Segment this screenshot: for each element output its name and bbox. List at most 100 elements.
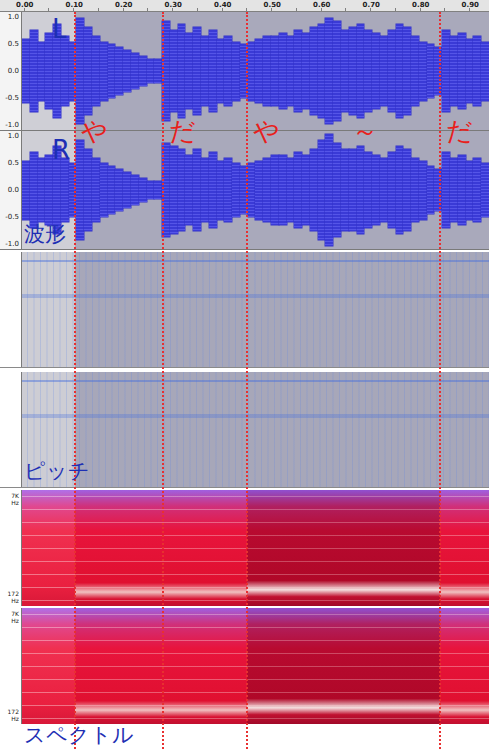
waveform-bar bbox=[403, 149, 411, 232]
ruler-tick: 0.00 bbox=[0, 0, 50, 11]
waveform-bar bbox=[170, 30, 178, 113]
waveform-bar bbox=[318, 24, 326, 118]
waveform-bar bbox=[123, 50, 131, 91]
waveform-bar bbox=[209, 30, 217, 113]
waveform-bar bbox=[108, 166, 116, 213]
waveform-bar bbox=[333, 143, 341, 237]
pitch-streaks bbox=[22, 372, 489, 487]
spectrogram-segment bbox=[247, 608, 440, 724]
waveform-bar bbox=[30, 30, 38, 113]
syllable-marker bbox=[162, 12, 164, 749]
section-label: ピッチ bbox=[24, 461, 90, 482]
time-ruler[interactable]: 0.000.100.200.300.400.500.600.700.800.90 bbox=[0, 0, 489, 12]
waveform-bar bbox=[61, 158, 69, 223]
waveform-bar bbox=[271, 155, 279, 226]
waveform-bar bbox=[178, 24, 186, 118]
waveform-bar bbox=[115, 47, 123, 94]
waveform-bar bbox=[178, 149, 186, 232]
ruler-tick: 0.10 bbox=[50, 0, 100, 11]
waveform-bar bbox=[294, 152, 302, 229]
ruler-tick: 0.70 bbox=[347, 0, 397, 11]
waveform-bar bbox=[302, 33, 310, 110]
axis-label: 0.5 bbox=[8, 159, 19, 167]
axis-label: 1.0 bbox=[8, 132, 19, 140]
axis-label: 0.5 bbox=[8, 40, 19, 48]
waveform-bar bbox=[325, 18, 333, 124]
waveform-bar bbox=[442, 152, 450, 229]
waveform-bar bbox=[38, 42, 46, 101]
waveform-bar bbox=[147, 59, 155, 83]
waveform-bar bbox=[84, 149, 92, 232]
waveform-bar bbox=[100, 163, 108, 216]
waveform-bar bbox=[357, 146, 365, 235]
syllable-label: や bbox=[81, 118, 108, 144]
waveform-bar bbox=[279, 155, 287, 226]
spectrogram-canvas[interactable] bbox=[22, 490, 489, 606]
waveform-bar bbox=[333, 21, 341, 121]
waveform-bar bbox=[458, 155, 466, 226]
waveform-bar bbox=[255, 39, 263, 104]
waveform-bar bbox=[481, 163, 489, 216]
pitch-streaks bbox=[22, 252, 489, 367]
waveform-bar bbox=[123, 172, 131, 207]
pitch-canvas[interactable] bbox=[22, 252, 489, 367]
waveform-bar bbox=[217, 161, 225, 220]
waveform-bar bbox=[108, 44, 116, 97]
waveform-bar bbox=[30, 152, 38, 229]
waveform-bar bbox=[76, 18, 84, 124]
pitch-gutter bbox=[0, 372, 22, 487]
waveform-bar bbox=[325, 134, 333, 246]
ruler-tick: 0.90 bbox=[446, 0, 489, 11]
waveform-bar bbox=[131, 53, 139, 88]
waveform-bar bbox=[450, 36, 458, 107]
waveform-bar bbox=[92, 36, 100, 107]
freq-bottom-label: 172Hz bbox=[8, 708, 19, 722]
spectrogram-canvas[interactable] bbox=[22, 608, 489, 724]
waveform-bar bbox=[294, 30, 302, 113]
frequency-axis: 7KHz172Hz bbox=[0, 608, 22, 724]
waveform-bar bbox=[139, 56, 147, 86]
spectrogram-segment bbox=[440, 490, 489, 606]
amplitude-axis: 1.00.50.0-0.5-1.0 bbox=[0, 131, 22, 249]
amplitude-axis: 1.00.50.0-0.5-1.0 bbox=[0, 12, 22, 130]
syllable-marker bbox=[74, 12, 76, 749]
waveform-bar bbox=[45, 33, 53, 110]
waveform-bar bbox=[255, 161, 263, 220]
syllable-label: や bbox=[253, 118, 280, 144]
waveform-bar bbox=[364, 30, 372, 113]
waveform-bar bbox=[310, 149, 318, 232]
waveform-bar bbox=[38, 158, 46, 223]
axis-label: 0.0 bbox=[8, 67, 19, 75]
waveform-bar bbox=[287, 36, 295, 107]
spectrogram-segment bbox=[75, 608, 163, 724]
spectrogram-segment bbox=[22, 608, 75, 724]
frequency-axis: 7KHz172Hz bbox=[0, 490, 22, 606]
pitch-canvas[interactable] bbox=[22, 372, 489, 487]
waveform-bar bbox=[419, 42, 427, 101]
channel-label: L bbox=[52, 16, 67, 42]
waveform-canvas[interactable] bbox=[22, 12, 489, 130]
waveform-bar bbox=[22, 161, 30, 220]
waveform-bar bbox=[84, 27, 92, 116]
waveform-bar bbox=[115, 169, 123, 210]
waveform-bar bbox=[466, 39, 474, 104]
waveform-bar bbox=[263, 158, 271, 223]
waveform-bar bbox=[209, 152, 217, 229]
waveform-bar bbox=[411, 36, 419, 107]
waveform-bar bbox=[271, 36, 279, 107]
waveform-canvas[interactable] bbox=[22, 131, 489, 249]
waveform-bar bbox=[232, 163, 240, 216]
waveform-bar bbox=[100, 42, 108, 101]
axis-label: -0.5 bbox=[5, 94, 19, 102]
pitch-gutter bbox=[0, 252, 22, 367]
waveform-bar bbox=[201, 158, 209, 223]
syllable-marker bbox=[246, 12, 248, 749]
axis-label: -0.5 bbox=[5, 213, 19, 221]
waveform-bar bbox=[185, 155, 193, 226]
waveform-bar bbox=[458, 33, 466, 110]
waveform-bar bbox=[349, 27, 357, 116]
waveform-bar bbox=[318, 140, 326, 240]
waveform-bar bbox=[341, 149, 349, 232]
waveform-bar bbox=[310, 27, 318, 116]
waveform-bar bbox=[442, 30, 450, 113]
